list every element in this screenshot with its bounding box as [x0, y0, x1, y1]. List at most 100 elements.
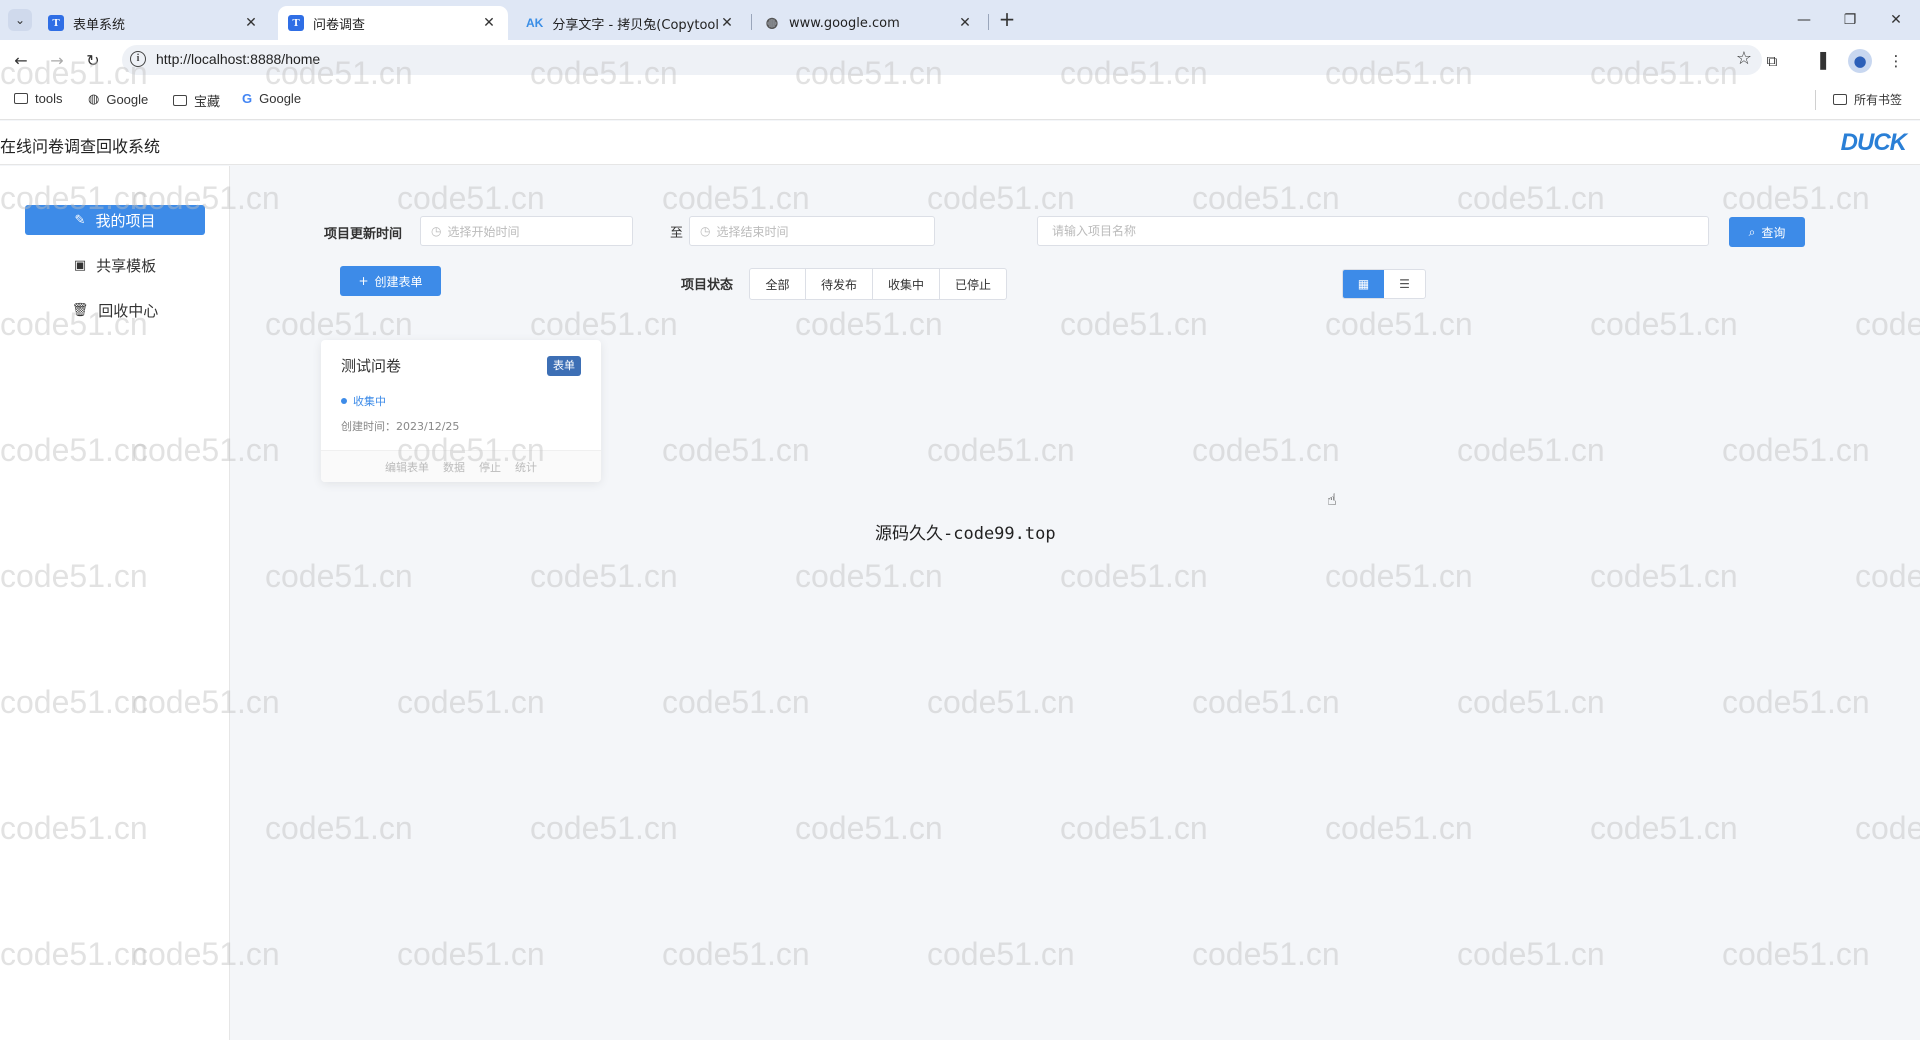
restore-button[interactable]: ❐	[1830, 8, 1870, 32]
sidebar: ✎ 我的项目 ▣ 共享模板 🗑 回收中心	[0, 166, 230, 1040]
bookmark-tools[interactable]: tools	[14, 91, 62, 106]
clock-icon: ◷	[700, 224, 711, 238]
end-date-placeholder: 选择结束时间	[716, 224, 789, 239]
project-status-label: 项目状态	[681, 278, 734, 293]
globe-icon: ◍	[88, 91, 100, 106]
clock-icon: ◷	[431, 224, 442, 238]
sidebar-item-label: 共享模板	[96, 256, 157, 275]
bookmark-star-icon[interactable]: ☆	[1736, 48, 1752, 69]
tab-divider	[988, 14, 989, 30]
sidebar-item-recycle-center[interactable]: 🗑 回收中心	[25, 295, 205, 325]
query-button-label: 查询	[1761, 225, 1786, 240]
tab-copytool[interactable]: AK 分享文字 - 拷贝兔(Copytool) - ✕	[516, 6, 746, 40]
browser-toolbar: ← → ↻ i http://localhost:8888/home ☆ ⧉ ▌…	[0, 40, 1920, 80]
edit-icon: ✎	[74, 212, 86, 228]
search-icon: ⌕	[1748, 224, 1756, 239]
plus-icon: +	[358, 274, 369, 288]
bookmark-label: Google	[259, 91, 302, 106]
new-tab-button[interactable]: +	[994, 8, 1020, 32]
main-content: 项目更新时间 ◷ 选择开始时间 至 ◷ 选择结束时间 ⌕ 查询 + 创建表单 项…	[231, 166, 1920, 1040]
profile-avatar-icon[interactable]: ●	[1848, 49, 1872, 73]
data-action[interactable]: 数据	[443, 459, 465, 475]
end-date-input[interactable]: ◷ 选择结束时间	[689, 216, 935, 246]
bookmark-label: Google	[106, 91, 149, 107]
bookmark-treasure[interactable]: 宝藏	[173, 91, 220, 110]
project-card[interactable]: 测试问卷 表单 收集中 创建时间：2023/12/25 编辑表单 数据 停止 统…	[321, 340, 601, 482]
browser-tabstrip: ⌄ T 表单系统 ✕ T 问卷调查 ✕ AK 分享文字 - 拷贝兔(Copyto…	[0, 0, 1920, 40]
project-status: 收集中	[341, 393, 386, 409]
bookmark-label: tools	[35, 91, 63, 106]
sidebar-item-my-projects[interactable]: ✎ 我的项目	[25, 205, 205, 235]
start-date-placeholder: 选择开始时间	[447, 224, 520, 239]
status-option-collecting[interactable]: 收集中	[873, 269, 940, 299]
status-filter-group: 全部 待发布 收集中 已停止	[749, 268, 1007, 300]
extensions-icon[interactable]: ⧉	[1760, 49, 1784, 73]
template-icon: ▣	[73, 257, 87, 273]
stop-action[interactable]: 停止	[479, 459, 501, 475]
close-tab-icon[interactable]: ✕	[718, 15, 736, 31]
app-title: 在线问卷调查回收系统	[0, 137, 161, 156]
update-time-label: 项目更新时间	[324, 227, 403, 242]
tab-favicon-icon: T	[48, 15, 64, 31]
tab-title: 表单系统	[73, 17, 126, 33]
bookmarks-divider	[1815, 90, 1816, 110]
project-name-input[interactable]	[1037, 216, 1709, 246]
address-bar[interactable]: i http://localhost:8888/home ☆	[122, 45, 1762, 75]
folder-icon	[1832, 94, 1847, 105]
edit-form-action[interactable]: 编辑表单	[385, 459, 429, 475]
tab-google[interactable]: ◍ www.google.com ✕	[754, 6, 984, 40]
minimize-button[interactable]: —	[1784, 8, 1824, 32]
bookmark-google-2[interactable]: G Google	[242, 91, 301, 106]
tab-title: 问卷调查	[313, 17, 366, 33]
url-text[interactable]: http://localhost:8888/home	[156, 51, 320, 67]
bookmarks-bar: tools ◍ Google 宝藏 G Google 所有书签	[0, 80, 1920, 120]
status-option-stopped[interactable]: 已停止	[940, 269, 1006, 299]
date-range-separator: 至	[670, 226, 684, 241]
query-button[interactable]: ⌕ 查询	[1729, 217, 1805, 247]
browser-menu-icon[interactable]: ⋮	[1884, 49, 1908, 73]
create-form-label: 创建表单	[374, 274, 423, 289]
site-info-icon[interactable]: i	[130, 51, 146, 67]
folder-icon	[173, 95, 187, 106]
tab-favicon-icon: T	[288, 15, 304, 31]
tab-favicon-icon: AK	[526, 16, 544, 30]
tab-form-system[interactable]: T 表单系统 ✕	[38, 6, 270, 40]
app-logo: DUCK	[1840, 129, 1907, 156]
overlay-caption: 源码久久-code99.top	[875, 524, 1056, 544]
statistics-action[interactable]: 统计	[515, 459, 537, 475]
start-date-input[interactable]: ◷ 选择开始时间	[420, 216, 633, 246]
tab-search-icon[interactable]: ⌄	[8, 9, 32, 31]
app-header: 在线问卷调查回收系统 DUCK	[0, 121, 1920, 165]
all-bookmarks-label: 所有书签	[1853, 93, 1902, 107]
status-option-pending[interactable]: 待发布	[806, 269, 873, 299]
project-status-text: 收集中	[353, 395, 386, 408]
grid-view-icon[interactable]: ▦	[1343, 270, 1384, 298]
side-panel-icon[interactable]: ▌	[1814, 49, 1838, 73]
status-option-all[interactable]: 全部	[750, 269, 806, 299]
status-dot-icon	[341, 398, 347, 404]
project-actions: 编辑表单 数据 停止 统计	[321, 450, 601, 482]
all-bookmarks[interactable]: 所有书签	[1832, 91, 1902, 108]
project-type-badge: 表单	[547, 356, 581, 376]
list-view-icon[interactable]: ☰	[1384, 270, 1425, 298]
close-tab-icon[interactable]: ✕	[242, 15, 260, 31]
forward-button[interactable]: →	[44, 48, 70, 74]
close-window-button[interactable]: ✕	[1876, 8, 1916, 32]
close-tab-icon[interactable]: ✕	[956, 15, 974, 31]
sidebar-item-shared-templates[interactable]: ▣ 共享模板	[25, 250, 205, 280]
tab-title: 分享文字 - 拷贝兔(Copytool) -	[552, 17, 718, 33]
trash-icon: 🗑	[71, 302, 89, 318]
sidebar-item-label: 回收中心	[98, 301, 159, 320]
project-created-date: 创建时间：2023/12/25	[341, 420, 460, 433]
sidebar-item-label: 我的项目	[95, 211, 156, 230]
bookmark-label: 宝藏	[194, 94, 221, 109]
back-button[interactable]: ←	[8, 48, 34, 74]
tab-survey[interactable]: T 问卷调查 ✕	[278, 6, 508, 40]
bookmark-google[interactable]: ◍ Google	[88, 91, 148, 107]
view-toggle: ▦ ☰	[1342, 269, 1426, 299]
folder-icon	[14, 93, 28, 104]
close-tab-icon[interactable]: ✕	[480, 15, 498, 31]
reload-button[interactable]: ↻	[80, 48, 106, 74]
create-form-button[interactable]: + 创建表单	[340, 266, 441, 296]
tab-divider	[751, 14, 752, 30]
